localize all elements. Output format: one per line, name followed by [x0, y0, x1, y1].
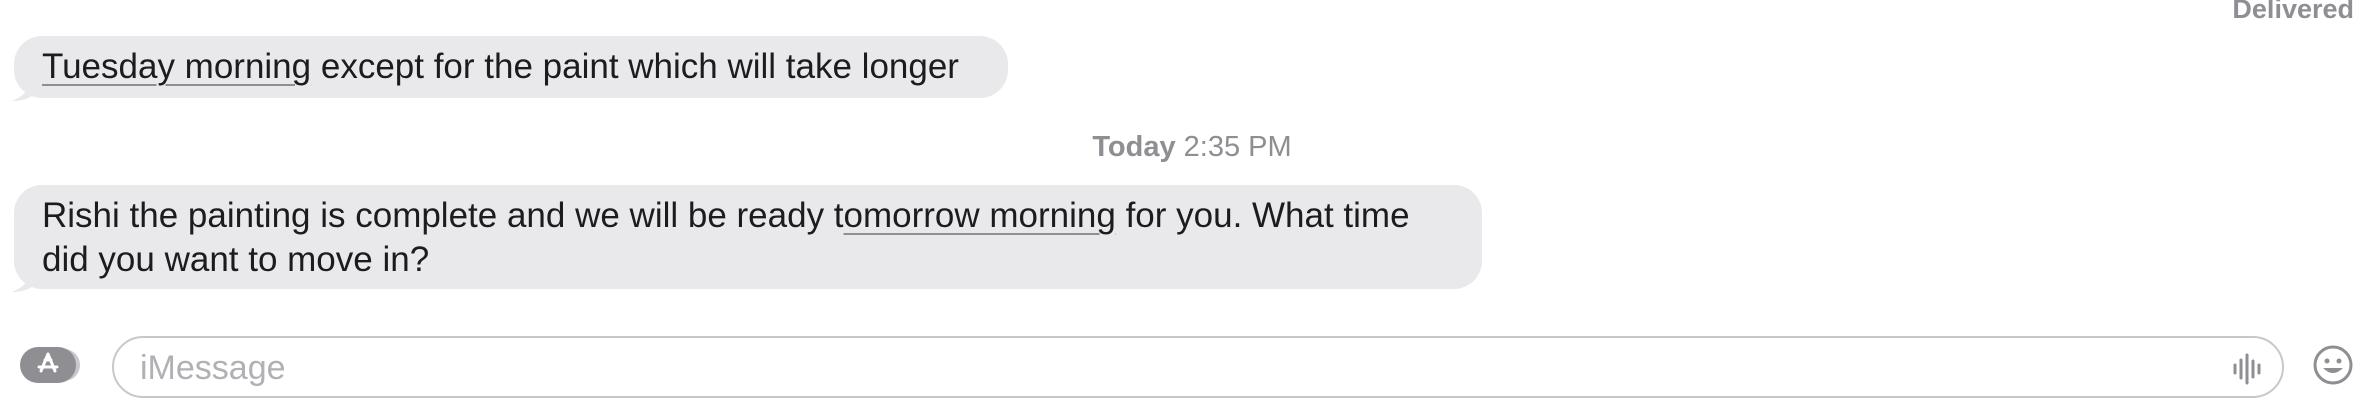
timestamp-divider: Today 2:35 PM — [0, 131, 2364, 164]
message-input-container[interactable] — [112, 336, 2284, 398]
message-text: except for the paint which will take lon… — [311, 47, 959, 86]
message-thread: Delivered Tuesday morning except for the… — [0, 0, 2364, 414]
detected-date-link[interactable]: Tuesday morning — [42, 47, 311, 86]
received-message-bubble[interactable]: Tuesday morning except for the paint whi… — [12, 36, 1008, 101]
message-row: Tuesday morning except for the paint whi… — [12, 36, 1008, 101]
emoji-icon[interactable] — [2312, 344, 2354, 386]
message-input[interactable] — [138, 346, 2202, 390]
bubble-tail — [12, 75, 36, 101]
message-row: Rishi the painting is complete and we wi… — [12, 185, 1482, 292]
app-store-icon — [37, 352, 59, 373]
message-composer — [0, 332, 2364, 402]
received-message-bubble[interactable]: Rishi the painting is complete and we wi… — [12, 185, 1482, 292]
message-text: Rishi the painting is complete and we wi… — [42, 196, 844, 235]
detected-date-link[interactable]: omorrow morning — [844, 196, 1116, 235]
waveform-icon[interactable] — [2232, 352, 2262, 386]
delivered-status: Delivered — [2232, 0, 2354, 24]
timestamp-time: 2:35 PM — [1183, 131, 1292, 163]
timestamp-day: Today — [1092, 131, 1176, 163]
bubble-tail — [12, 266, 36, 292]
apps-button[interactable] — [20, 347, 76, 383]
